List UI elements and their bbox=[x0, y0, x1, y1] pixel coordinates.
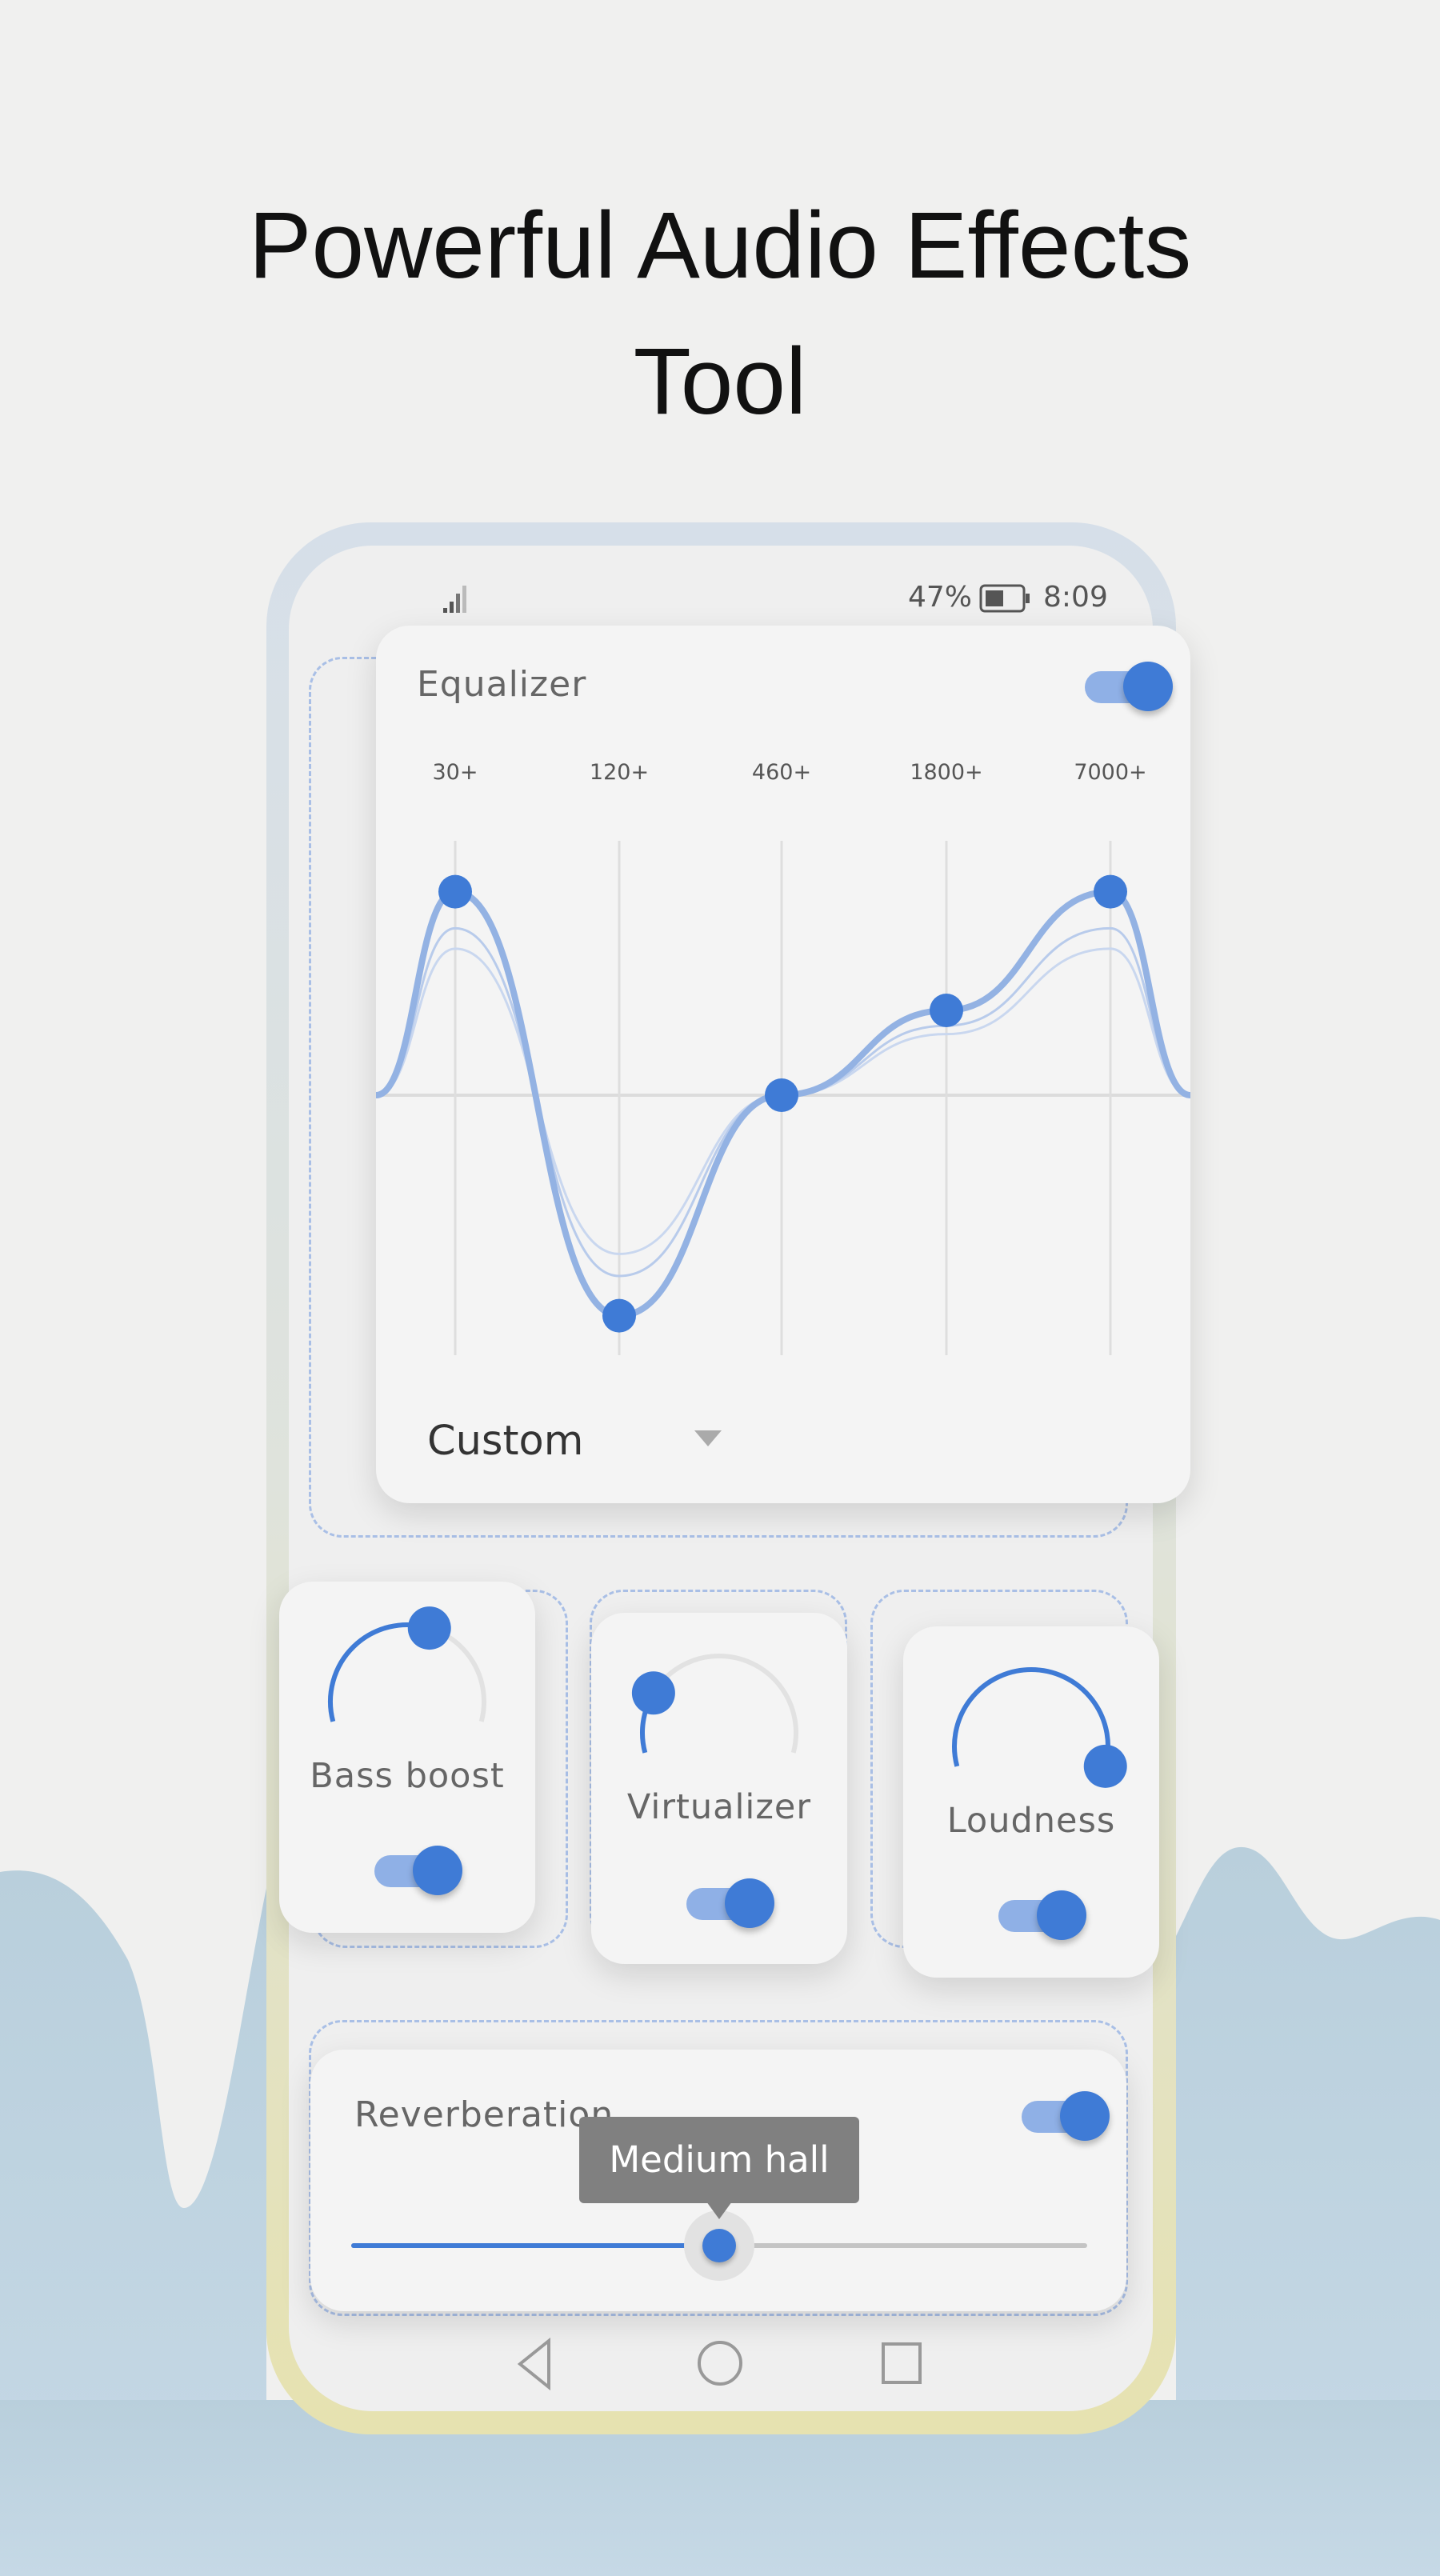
battery-percent: 47% bbox=[908, 581, 973, 614]
reverb-slider-thumb[interactable] bbox=[702, 2229, 736, 2262]
reverberation-toggle[interactable] bbox=[1022, 2091, 1110, 2141]
effect-card-virtualizer: Virtualizer bbox=[591, 1613, 847, 1964]
band-handle[interactable] bbox=[930, 994, 963, 1027]
equalizer-graph[interactable] bbox=[376, 626, 1190, 1426]
knob-handle[interactable] bbox=[631, 1671, 675, 1715]
chevron-down-icon[interactable] bbox=[694, 1430, 722, 1448]
reverberation-title: Reverberation bbox=[354, 2094, 614, 2135]
effect-toggle[interactable] bbox=[998, 1890, 1086, 1940]
effect-card-bass-boost: Bass boost bbox=[279, 1582, 535, 1933]
reverb-slider-fill bbox=[351, 2243, 719, 2248]
knob-track bbox=[952, 1667, 1110, 1767]
reverb-value-label: Medium hall bbox=[609, 2138, 830, 2181]
preset-select[interactable]: Custom bbox=[427, 1418, 583, 1465]
effect-label: Loudness bbox=[946, 1801, 1116, 1841]
recents-icon[interactable] bbox=[878, 2339, 926, 2387]
band-handle[interactable] bbox=[602, 1298, 636, 1333]
reverberation-card: Reverberation Medium hall bbox=[310, 2050, 1126, 2311]
equalizer-card: Equalizer 30+ 120+ 460+ 1800+ 7000+ Custom bbox=[376, 626, 1190, 1503]
band-handle[interactable] bbox=[765, 1078, 798, 1112]
effect-card-loudness: Loudness bbox=[903, 1626, 1159, 1978]
back-icon[interactable] bbox=[512, 2336, 560, 2392]
effect-label: Bass boost bbox=[310, 1756, 505, 1796]
clock: 8:09 bbox=[1043, 581, 1108, 614]
knob-handle[interactable] bbox=[407, 1606, 451, 1650]
band-handle[interactable] bbox=[1094, 874, 1127, 909]
home-icon[interactable] bbox=[694, 2338, 746, 2389]
reverb-value-tooltip: Medium hall bbox=[579, 2117, 859, 2219]
effect-label: Virtualizer bbox=[626, 1787, 812, 1827]
headline: Powerful Audio Effects Tool bbox=[248, 193, 1192, 434]
knob-track bbox=[328, 1622, 486, 1722]
knob-handle[interactable] bbox=[1083, 1744, 1127, 1788]
knob-progress bbox=[952, 1667, 1110, 1767]
battery-icon bbox=[979, 584, 1030, 613]
band-handle[interactable] bbox=[438, 874, 472, 909]
effect-toggle[interactable] bbox=[374, 1846, 462, 1895]
effect-toggle[interactable] bbox=[686, 1878, 774, 1928]
signal-icon bbox=[443, 586, 466, 613]
